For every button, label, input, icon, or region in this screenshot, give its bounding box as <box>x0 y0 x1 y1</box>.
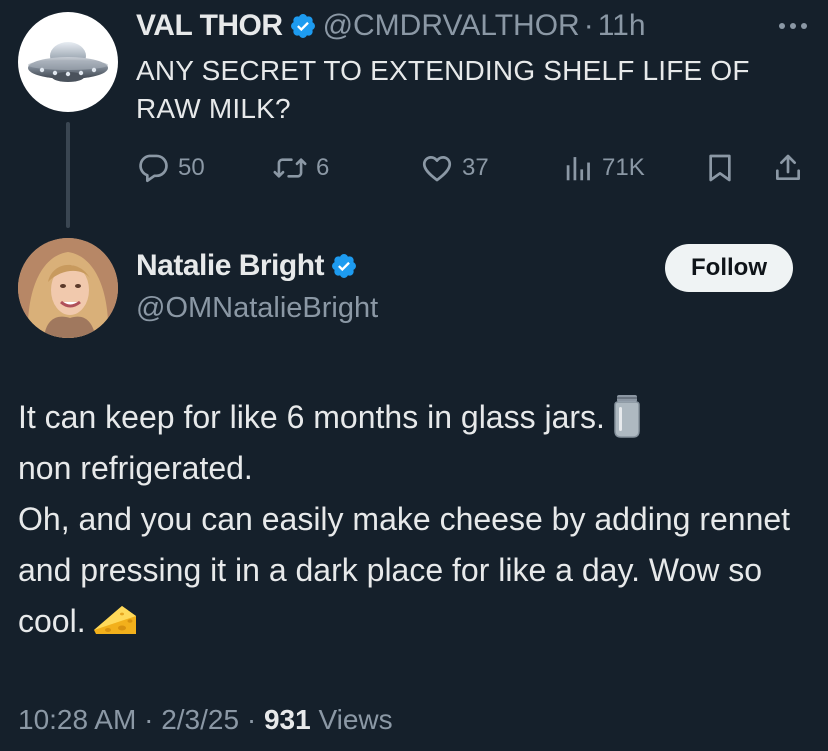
share-button[interactable] <box>772 150 804 186</box>
reply-count: 50 <box>178 154 205 181</box>
glass-jar-emoji <box>614 394 640 438</box>
more-options-icon[interactable] <box>776 14 810 38</box>
reply-tweet-header: Natalie Bright <box>136 246 364 286</box>
meta-separator: · <box>246 704 257 735</box>
like-button[interactable]: 37 <box>420 150 489 186</box>
body-text-1: It can keep for like 6 months in glass j… <box>18 399 605 435</box>
repost-icon <box>273 158 307 178</box>
reply-tweet-body: It can keep for like 6 months in glass j… <box>18 392 818 647</box>
verified-badge-icon <box>290 14 315 38</box>
meta-time[interactable]: 10:28 AM <box>18 704 136 735</box>
follow-button[interactable]: Follow <box>665 244 793 292</box>
author-handle[interactable]: @CMDRVALTHOR <box>323 6 580 46</box>
verified-badge-icon <box>332 254 356 278</box>
tweet-time[interactable]: 11h <box>598 6 646 46</box>
reply-author-name[interactable]: Natalie Bright <box>136 246 325 286</box>
ufo-icon <box>28 42 108 82</box>
body-line: non refrigerated. <box>18 443 818 494</box>
profile-photo-icon <box>18 238 118 338</box>
reply-icon <box>139 154 168 183</box>
avatar-valthor[interactable] <box>18 12 118 112</box>
meta-separator: · <box>144 704 154 735</box>
parent-tweet-header: VAL THOR @CMDRVALTHOR · 11h <box>136 6 646 46</box>
meta-views-label: Views <box>318 704 393 735</box>
views-count: 71K <box>602 154 645 181</box>
repost-count: 6 <box>316 154 330 181</box>
share-icon <box>776 154 800 180</box>
repost-button[interactable]: 6 <box>272 150 329 186</box>
cheese-wedge-emoji <box>93 605 136 634</box>
tweet-meta: 10:28 AM · 2/3/25 · 931 Views <box>18 700 393 740</box>
analytics-bars-icon <box>566 157 590 181</box>
body-line: It can keep for like 6 months in glass j… <box>18 392 818 443</box>
body-text-2: non refrigerated. <box>18 450 253 486</box>
bookmark-button[interactable] <box>704 150 736 186</box>
body-line: Oh, and you can easily make cheese by ad… <box>18 494 818 647</box>
views-button[interactable]: 71K <box>564 150 645 186</box>
bookmark-icon <box>709 154 731 182</box>
meta-views-count: 931 <box>263 704 311 735</box>
heart-icon <box>422 156 452 182</box>
thread-connector-line <box>66 122 70 228</box>
author-name[interactable]: VAL THOR <box>136 6 283 46</box>
reply-button[interactable]: 50 <box>136 150 205 186</box>
meta-date[interactable]: 2/3/25 <box>161 704 239 735</box>
avatar-natalie[interactable] <box>18 238 118 338</box>
like-count: 37 <box>462 154 489 181</box>
parent-tweet-text: ANY SECRET TO EXTENDING SHELF LIFE OF RA… <box>136 55 750 124</box>
header-separator: · <box>583 9 594 42</box>
reply-author-handle[interactable]: @OMNatalieBright <box>136 288 378 328</box>
